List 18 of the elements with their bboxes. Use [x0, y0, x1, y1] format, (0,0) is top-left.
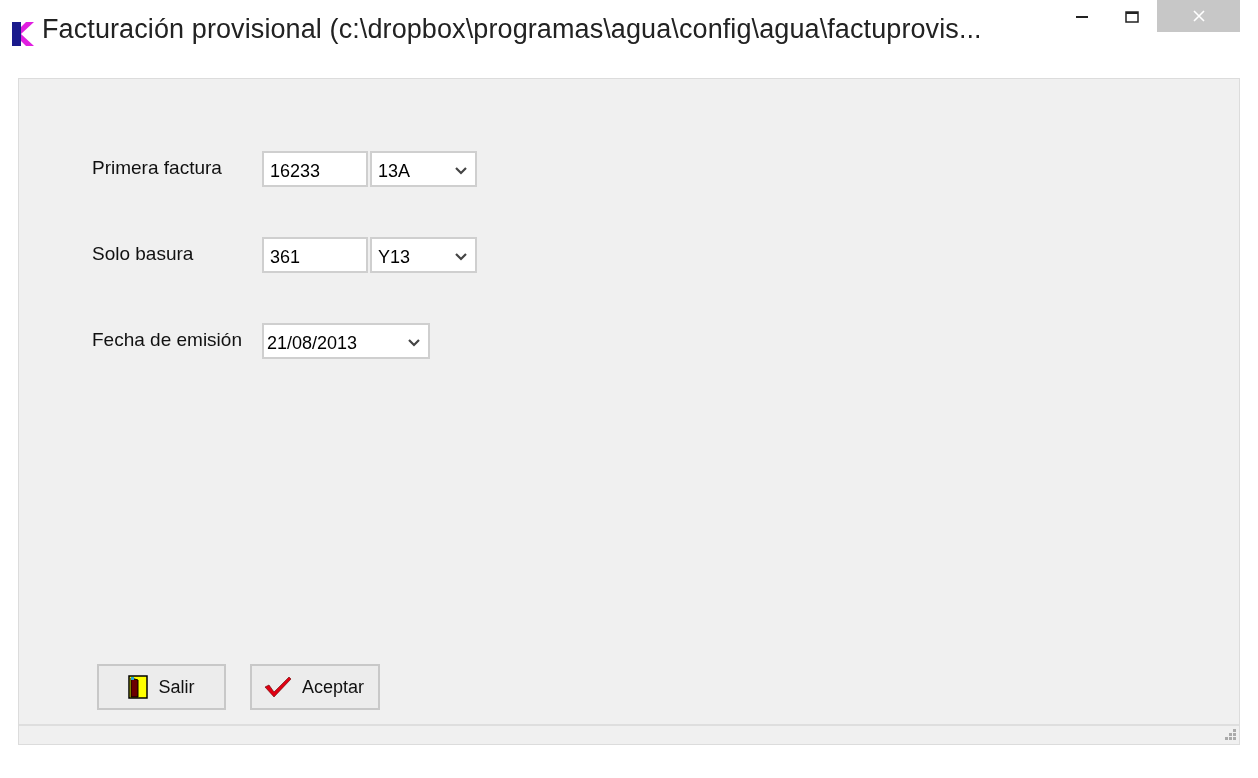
close-icon [1192, 10, 1205, 22]
maximize-icon [1125, 11, 1139, 23]
date-picker[interactable]: 21/08/2013 [262, 323, 430, 359]
series-dropdown[interactable]: Y13 [370, 237, 477, 273]
field-label: Fecha de emisión [92, 328, 243, 351]
accept-button[interactable]: Aceptar [250, 664, 380, 710]
field-label: Solo basura [92, 242, 195, 265]
field-label: Primera factura [92, 156, 223, 179]
number-field[interactable]: 361 [262, 237, 368, 273]
window-title: Facturación provisional (c:\dropbox\programas\agua\config\agua\factuprovis... [42, 14, 982, 45]
checkmark-icon [264, 676, 292, 698]
exit-button[interactable]: Salir [97, 664, 226, 710]
number-field[interactable]: 16233 [262, 151, 368, 187]
series-dropdown[interactable]: 13A [370, 151, 477, 187]
minimize-icon [1076, 16, 1088, 18]
door-icon [128, 675, 149, 699]
app-logo-icon [12, 22, 34, 46]
resize-grip-icon [1224, 729, 1236, 741]
